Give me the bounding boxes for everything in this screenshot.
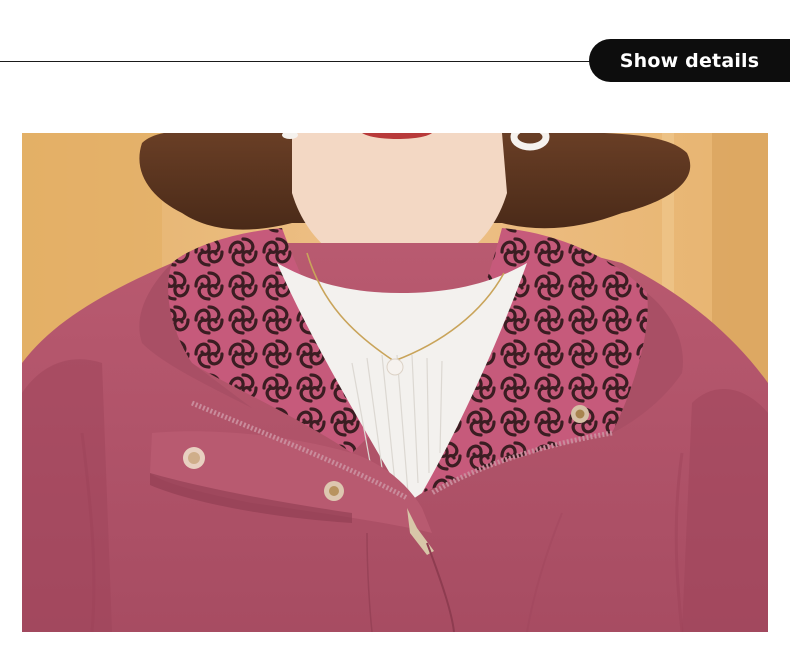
pearl-pendant [386,358,404,376]
coat-sleeve-shadow [22,359,112,632]
product-photo [22,133,768,632]
snap-button [571,405,589,423]
header-divider-line [0,61,600,62]
snap-button [324,481,344,501]
show-details-button[interactable]: Show details [589,39,790,82]
snap-button [183,447,205,469]
coat-sleeve-shadow [682,389,768,632]
